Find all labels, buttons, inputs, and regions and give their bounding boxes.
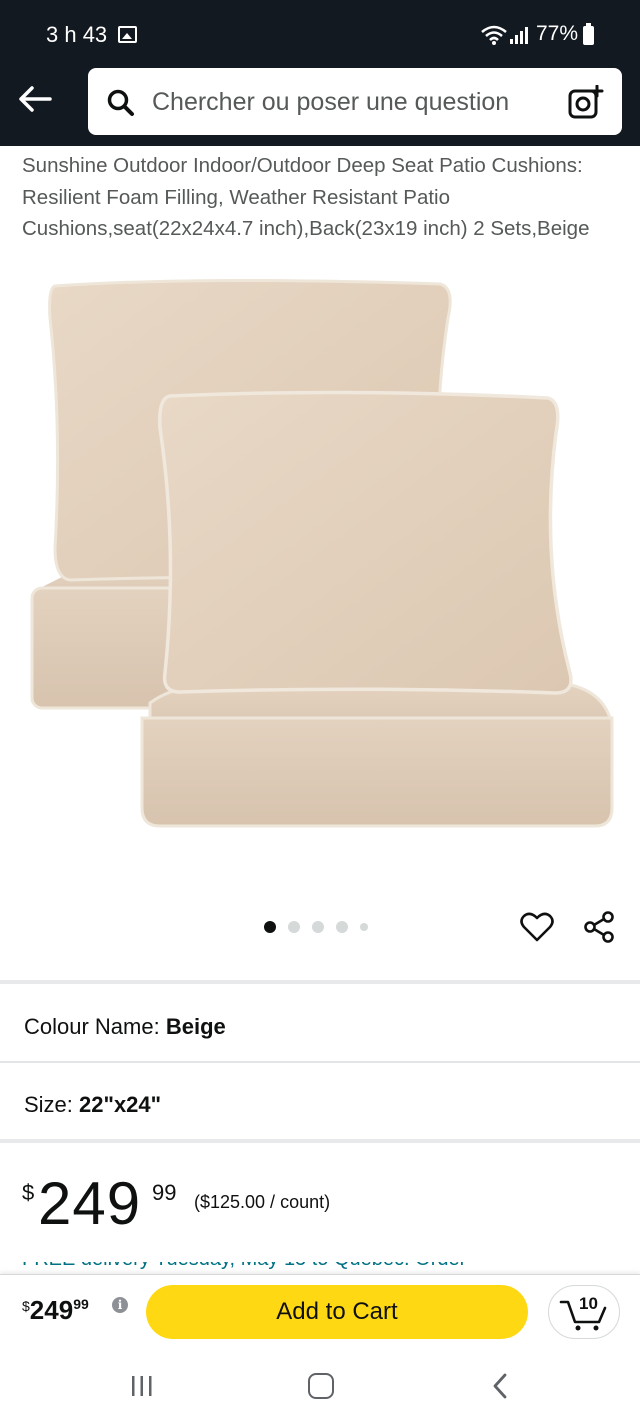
- carousel-dot[interactable]: [288, 921, 300, 933]
- product-title: Sunshine Outdoor Indoor/Outdoor Deep Sea…: [22, 154, 590, 240]
- gallery-notification-icon: [118, 26, 137, 43]
- battery-percent: 77%: [536, 22, 579, 45]
- cart-price-symbol: $: [22, 1298, 30, 1314]
- carousel-dot[interactable]: [312, 921, 324, 933]
- section-divider: [0, 980, 640, 984]
- size-label: Size:: [24, 1092, 73, 1117]
- status-bar: 3 h 43 77%: [0, 0, 640, 68]
- signal-icon: [510, 27, 528, 44]
- camera-lens-icon[interactable]: [568, 85, 604, 119]
- share-icon[interactable]: [582, 910, 616, 944]
- back-arrow-icon[interactable]: [14, 80, 56, 118]
- wifi-icon: [481, 25, 507, 45]
- product-image[interactable]: [0, 278, 640, 858]
- price-symbol: $: [22, 1180, 35, 1205]
- system-nav-bar: [0, 1349, 640, 1422]
- size-value: 22"x24": [79, 1092, 162, 1117]
- section-divider: [0, 1139, 640, 1143]
- colour-value: Beige: [165, 1014, 226, 1039]
- status-time: 3 h 43: [46, 22, 108, 47]
- carousel-dot[interactable]: [264, 921, 276, 933]
- search-input[interactable]: [152, 84, 562, 120]
- colour-row[interactable]: Colour Name: Beige: [24, 1014, 226, 1040]
- heart-icon[interactable]: [520, 910, 554, 944]
- cart-count: 10: [579, 1294, 598, 1313]
- home-icon[interactable]: [308, 1373, 334, 1399]
- search-bar[interactable]: [88, 68, 622, 135]
- cart-price-cents: 99: [73, 1296, 89, 1312]
- section-divider: [0, 1061, 640, 1063]
- carousel-dot[interactable]: [360, 923, 368, 931]
- battery-icon: [583, 23, 594, 45]
- image-carousel-dots: [264, 920, 368, 934]
- price-cents: 99: [152, 1180, 177, 1205]
- nav-back-icon[interactable]: [490, 1373, 510, 1399]
- recent-apps-icon[interactable]: [130, 1375, 154, 1397]
- price-dollars: 249: [38, 1170, 142, 1237]
- info-icon[interactable]: i: [112, 1297, 128, 1313]
- search-icon: [107, 89, 134, 116]
- price-per-count: ($125.00 / count): [194, 1192, 331, 1212]
- delivery-info: FREE delivery Tuesday, May 15 to Quebec.…: [22, 1262, 622, 1274]
- app-header: 3 h 43 77%: [0, 0, 640, 146]
- size-row[interactable]: Size: 22"x24": [24, 1092, 161, 1118]
- sticky-cart-bar: $24999 i Add to Cart 10: [0, 1274, 640, 1348]
- cart-bar-price: $24999: [22, 1295, 89, 1326]
- cart-price-dollars: 249: [29, 1295, 74, 1325]
- colour-label: Colour Name:: [24, 1014, 160, 1039]
- cart-button[interactable]: 10: [548, 1285, 620, 1339]
- delivery-text: FREE delivery Tuesday, May 15 to Quebec.…: [22, 1262, 466, 1273]
- add-to-cart-button[interactable]: Add to Cart: [146, 1285, 528, 1339]
- carousel-dot[interactable]: [336, 921, 348, 933]
